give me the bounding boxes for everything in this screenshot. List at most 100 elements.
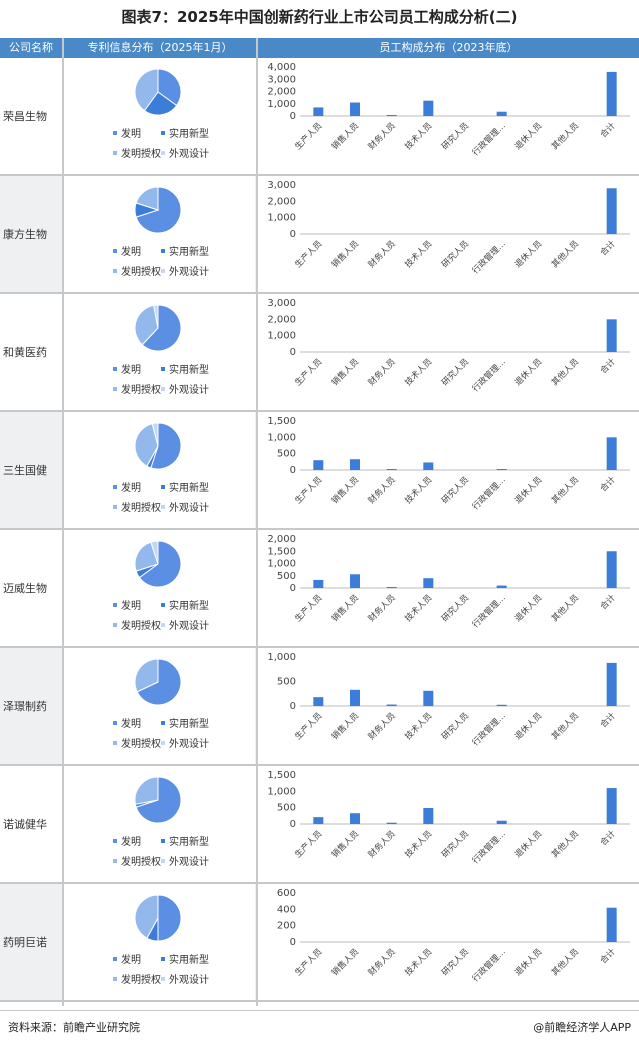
legend-swatch-utility bbox=[161, 249, 165, 253]
y-tick-label: 1,500 bbox=[267, 546, 296, 557]
pie-slice-invention bbox=[157, 894, 182, 942]
x-tick-label: 退休人员 bbox=[513, 710, 545, 742]
x-tick-label: 生产人员 bbox=[293, 592, 325, 624]
x-tick-label: 技术人员 bbox=[403, 828, 435, 860]
y-tick-label: 3,000 bbox=[267, 180, 296, 191]
y-tick-label: 4,000 bbox=[267, 62, 296, 73]
chart-title: 图表7：2025年中国创新药行业上市公司员工构成分析(二) bbox=[121, 8, 518, 26]
legend-label-design: 外观设计 bbox=[169, 855, 209, 868]
legend-swatch-grant bbox=[113, 151, 117, 155]
legend-swatch-design bbox=[161, 623, 165, 627]
legend-label-design: 外观设计 bbox=[169, 383, 209, 396]
y-tick-label: 0 bbox=[290, 701, 296, 712]
legend-label-invention: 发明 bbox=[121, 835, 141, 848]
x-tick-label: 技术人员 bbox=[403, 238, 435, 270]
table-row: 泽璟制药 发明 实用新型 发明授权 外观设计 0 500 1,000 生产人员 销售人员 财务人员技… bbox=[0, 648, 639, 766]
table-row: 荣昌生物 发明 实用新型 发明授权 外观设计 0 1,000 2,000 3,000 4,000 生… bbox=[0, 58, 639, 176]
legend-swatch-grant bbox=[113, 387, 117, 391]
patent-pie-chart: 发明 实用新型发明授权 外观设计 bbox=[113, 540, 209, 632]
x-tick-label: 合计 bbox=[598, 592, 618, 612]
x-tick-label: 生产人员 bbox=[293, 238, 325, 270]
legend-label-grant: 发明授权 bbox=[121, 147, 161, 160]
legend-swatch-grant bbox=[113, 269, 117, 273]
patent-pie-chart: 发明 实用新型发明授权 外观设计 bbox=[113, 894, 209, 986]
patent-pie-chart: 发明 实用新型发明授权 外观设计 bbox=[113, 658, 209, 750]
x-tick-label: 财务人员 bbox=[366, 238, 398, 270]
x-tick-label: 生产人员 bbox=[293, 710, 325, 742]
y-tick-label: 1,000 bbox=[267, 432, 296, 443]
x-tick-label: 研究人员 bbox=[439, 592, 471, 624]
x-tick-label: 其他人员 bbox=[549, 710, 581, 742]
bar-合计 bbox=[606, 188, 617, 234]
patent-pie-cell: 发明 实用新型 发明授权 外观设计 bbox=[63, 530, 255, 646]
legend-swatch-grant bbox=[113, 977, 117, 981]
x-tick-label: 其他人员 bbox=[549, 238, 581, 270]
brand-text: @前瞻经济学人APP bbox=[533, 1021, 631, 1034]
bar-生产人员 bbox=[313, 697, 324, 706]
legend-label-grant: 发明授权 bbox=[121, 855, 161, 868]
row-divider bbox=[0, 1000, 639, 1002]
footer-divider bbox=[0, 1010, 639, 1011]
legend-swatch-utility bbox=[161, 603, 165, 607]
patent-pie-cell: 发明 实用新型 发明授权 外观设计 bbox=[63, 884, 255, 1000]
x-tick-label: 其他人员 bbox=[549, 828, 581, 860]
x-tick-label: 合计 bbox=[598, 828, 618, 848]
legend-label-grant: 发明授权 bbox=[121, 737, 161, 750]
x-tick-label: 行政管理… bbox=[470, 946, 508, 984]
company-name: 诺诚健华 bbox=[3, 818, 47, 831]
company-name: 三生国健 bbox=[3, 464, 47, 477]
legend-swatch-invention bbox=[113, 131, 117, 135]
x-tick-label: 生产人员 bbox=[293, 474, 325, 506]
y-tick-label: 1,000 bbox=[267, 786, 296, 797]
y-tick-label: 3,000 bbox=[267, 298, 296, 309]
pie-slice-grant bbox=[134, 776, 159, 805]
y-tick-label: 1,000 bbox=[267, 99, 296, 110]
bar-财务人员 bbox=[386, 587, 397, 588]
x-tick-label: 生产人员 bbox=[293, 828, 325, 860]
bar-技术人员 bbox=[423, 690, 434, 706]
bar-合计 bbox=[606, 319, 617, 352]
x-tick-label: 技术人员 bbox=[403, 474, 435, 506]
staff-bar-chart: 0 200 400 600 生产人员 销售人员 财务人员 技术人员 研究人员 行政管理… 退休人员其… bbox=[277, 888, 630, 984]
patent-pie-chart: 发明 实用新型发明授权 外观设计 bbox=[113, 304, 209, 396]
source-text: 资料来源：前瞻产业研究院 bbox=[8, 1021, 140, 1034]
x-tick-label: 销售人员 bbox=[329, 710, 361, 742]
x-tick-label: 销售人员 bbox=[329, 946, 361, 978]
x-tick-label: 销售人员 bbox=[329, 828, 361, 860]
table-row: 诺诚健华 发明 实用新型 发明授权 外观设计 0 500 1,000 1,500 生产人员 销售人员… bbox=[0, 766, 639, 884]
legend-swatch-design bbox=[161, 977, 165, 981]
legend-label-design: 外观设计 bbox=[169, 973, 209, 986]
patent-pie-chart: 发明 实用新型发明授权 外观设计 bbox=[113, 422, 209, 514]
header-company: 公司名称 bbox=[0, 38, 62, 58]
bar-财务人员 bbox=[386, 704, 397, 706]
legend-swatch-design bbox=[161, 505, 165, 509]
patent-pie-cell: 发明 实用新型 发明授权 外观设计 bbox=[63, 176, 255, 292]
bar-合计 bbox=[606, 551, 617, 588]
x-tick-label: 退休人员 bbox=[513, 356, 545, 388]
bar-行政管理人员 bbox=[496, 469, 507, 470]
bar-生产人员 bbox=[313, 107, 324, 116]
legend-label-utility: 实用新型 bbox=[169, 481, 209, 494]
patent-pie-chart: 发明 实用新型发明授权 外观设计 bbox=[113, 68, 209, 160]
y-tick-label: 200 bbox=[277, 921, 296, 932]
bar-财务人员 bbox=[386, 822, 397, 824]
x-tick-label: 行政管理… bbox=[470, 120, 508, 158]
y-tick-label: 0 bbox=[290, 583, 296, 594]
x-tick-label: 财务人员 bbox=[366, 828, 398, 860]
patent-pie-cell: 发明 实用新型 发明授权 外观设计 bbox=[63, 294, 255, 410]
bar-行政管理人员 bbox=[496, 585, 507, 588]
legend-label-grant: 发明授权 bbox=[121, 383, 161, 396]
staff-bar-cell: 0 500 1,000 1,500 生产人员 销售人员 财务人员 技术人员 研究人员 行政管理… 退… bbox=[258, 412, 639, 528]
staff-bar-chart: 0 500 1,000 1,500 生产人员 销售人员 财务人员 技术人员 研究人员 行政管理… 退… bbox=[267, 416, 630, 512]
bar-技术人员 bbox=[423, 462, 434, 470]
legend-label-grant: 发明授权 bbox=[121, 501, 161, 514]
legend-swatch-invention bbox=[113, 249, 117, 253]
bar-财务人员 bbox=[386, 469, 397, 470]
legend-swatch-grant bbox=[113, 623, 117, 627]
bar-生产人员 bbox=[313, 460, 324, 470]
bar-合计 bbox=[606, 662, 617, 706]
y-tick-label: 1,500 bbox=[267, 770, 296, 781]
legend-label-invention: 发明 bbox=[121, 599, 141, 612]
x-tick-label: 研究人员 bbox=[439, 946, 471, 978]
y-tick-label: 2,000 bbox=[267, 196, 296, 207]
